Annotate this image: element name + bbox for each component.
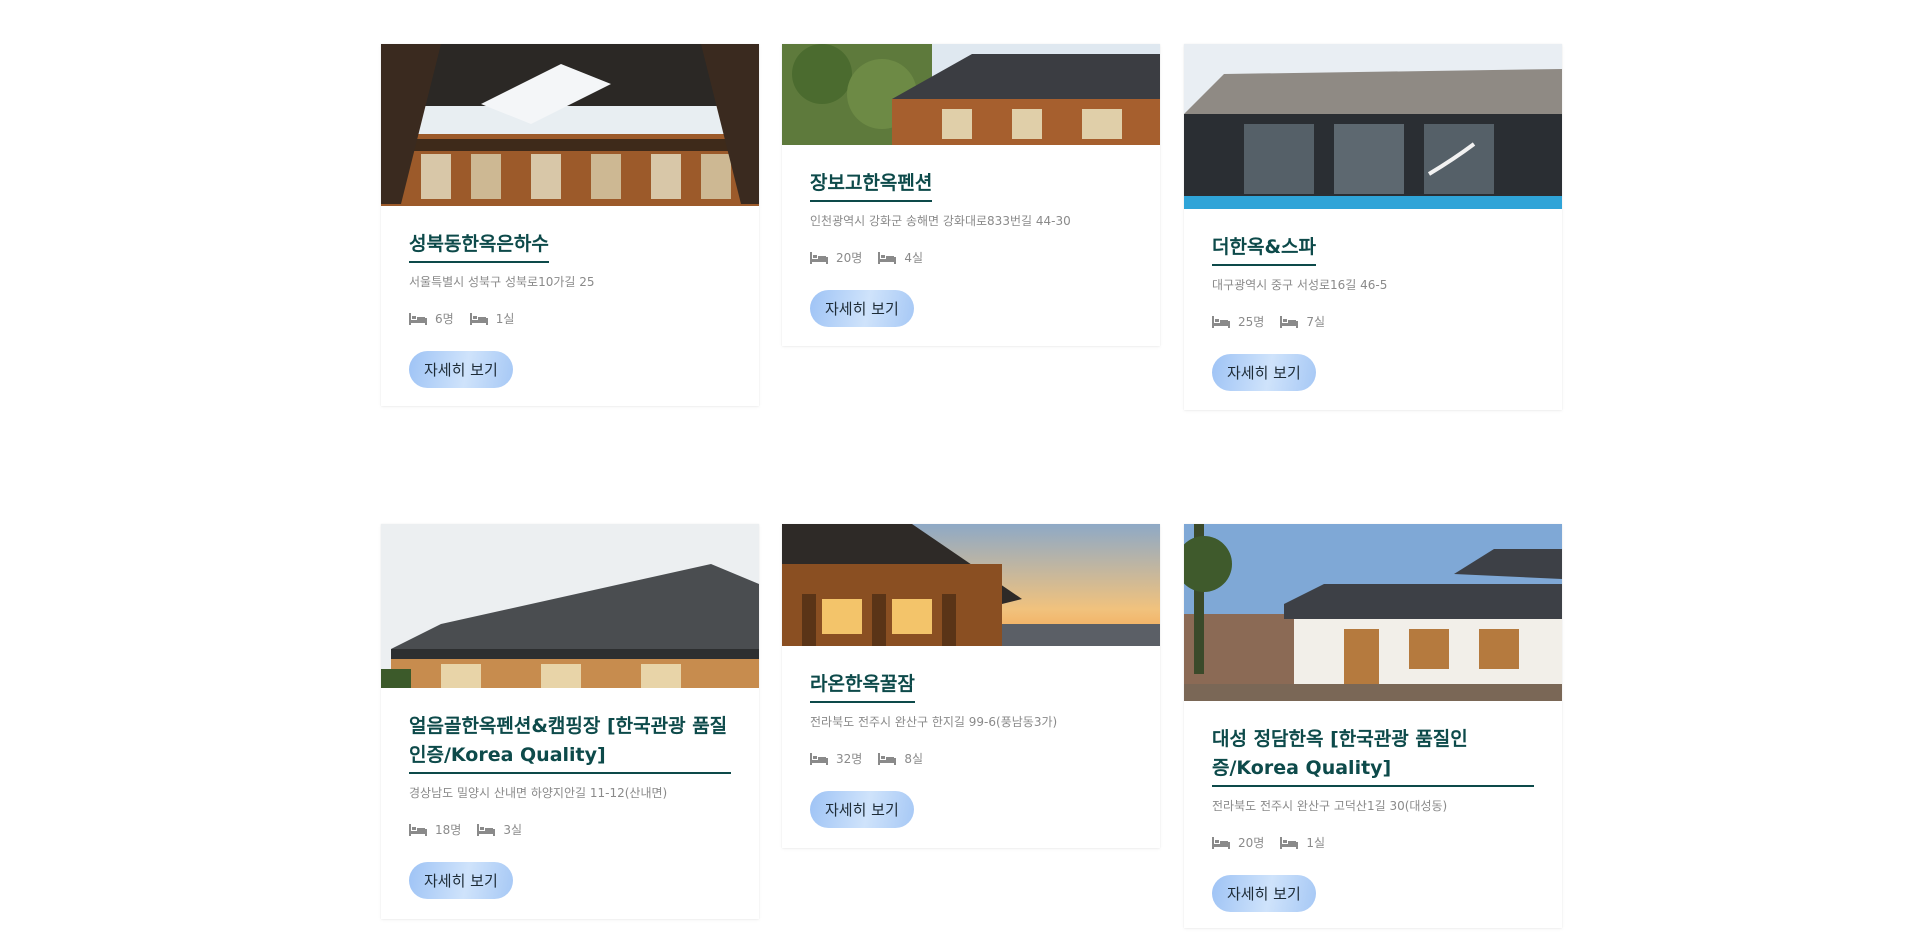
guest-count: 25명 (1238, 315, 1265, 329)
listing-meta: 32명 8실 (810, 750, 1132, 767)
listing-meta: 25명 7실 (1212, 313, 1534, 330)
listing-photo[interactable] (1184, 524, 1562, 701)
listing-title[interactable]: 장보고한옥펜션 (810, 169, 933, 202)
bed-icon (469, 312, 488, 325)
details-button[interactable]: 자세히 보기 (810, 791, 914, 828)
guest-count: 18명 (435, 823, 462, 837)
listing-card: 장보고한옥펜션 인천광역시 강화군 송해면 강화대로833번길 44-30 20… (782, 44, 1160, 346)
bed-icon (1212, 836, 1230, 849)
listing-card: 성북동한옥은하수 서울특별시 성북구 성북로10가길 25 6명 1실 자세히 … (381, 44, 759, 406)
room-count: 3실 (503, 823, 522, 837)
listing-title[interactable]: 성북동한옥은하수 (409, 230, 549, 263)
bed-icon (878, 752, 897, 765)
listing-title[interactable]: 라온한옥꿀잠 (810, 670, 915, 703)
room-count: 7실 (1306, 315, 1325, 329)
details-button[interactable]: 자세히 보기 (409, 862, 513, 899)
bed-icon (1280, 315, 1299, 328)
room-count: 8실 (904, 752, 923, 766)
room-count: 1실 (1306, 836, 1325, 850)
listing-title[interactable]: 대성 정담한옥 [한국관광 품질인증/Korea Quality] (1212, 725, 1534, 787)
bed-icon (810, 251, 828, 264)
bed-icon (1280, 836, 1299, 849)
bed-icon (409, 312, 427, 325)
listing-card: 더한옥&스파 대구광역시 중구 서성로16길 46-5 25명 7실 자세히 보… (1184, 44, 1562, 410)
bed-icon (1212, 315, 1230, 328)
bed-icon (810, 752, 828, 765)
listing-meta: 20명 4실 (810, 249, 1132, 266)
listing-address: 전라북도 전주시 완산구 한지길 99-6(풍남동3가) (810, 715, 1058, 729)
listing-meta: 20명 1실 (1212, 834, 1534, 851)
listing-card: 얼음골한옥펜션&캠핑장 [한국관광 품질인증/Korea Quality] 경상… (381, 524, 759, 919)
details-button[interactable]: 자세히 보기 (1212, 354, 1316, 391)
room-count: 1실 (495, 312, 515, 326)
listing-card: 대성 정담한옥 [한국관광 품질인증/Korea Quality] 전라북도 전… (1184, 524, 1562, 928)
listing-address: 서울특별시 성북구 성북로10가길 25 (409, 275, 595, 289)
listing-title[interactable]: 더한옥&스파 (1212, 233, 1316, 266)
listing-address: 전라북도 전주시 완산구 고덕산1길 30(대성동) (1212, 799, 1448, 813)
listing-photo[interactable] (782, 524, 1160, 646)
listing-address: 경상남도 밀양시 산내면 하양지안길 11-12(산내면) (409, 786, 668, 800)
listing-photo[interactable] (381, 524, 759, 688)
listing-photo[interactable] (782, 44, 1160, 145)
details-button[interactable]: 자세히 보기 (409, 351, 513, 388)
bed-icon (878, 251, 897, 264)
listing-photo[interactable] (381, 44, 759, 206)
guest-count: 20명 (1238, 836, 1265, 850)
listing-title[interactable]: 얼음골한옥펜션&캠핑장 [한국관광 품질인증/Korea Quality] (409, 712, 731, 774)
details-button[interactable]: 자세히 보기 (810, 290, 914, 327)
bed-icon (477, 823, 496, 836)
guest-count: 6명 (435, 312, 454, 326)
guest-count: 32명 (836, 752, 863, 766)
details-button[interactable]: 자세히 보기 (1212, 875, 1316, 912)
listing-card: 라온한옥꿀잠 전라북도 전주시 완산구 한지길 99-6(풍남동3가) 32명 … (782, 524, 1160, 848)
listing-meta: 18명 3실 (409, 821, 731, 838)
bed-icon (409, 823, 427, 836)
listing-meta: 6명 1실 (409, 310, 731, 327)
room-count: 4실 (904, 251, 923, 265)
listing-photo[interactable] (1184, 44, 1562, 209)
listing-address: 인천광역시 강화군 송해면 강화대로833번길 44-30 (810, 214, 1071, 228)
guest-count: 20명 (836, 251, 863, 265)
listing-address: 대구광역시 중구 서성로16길 46-5 (1212, 278, 1388, 292)
